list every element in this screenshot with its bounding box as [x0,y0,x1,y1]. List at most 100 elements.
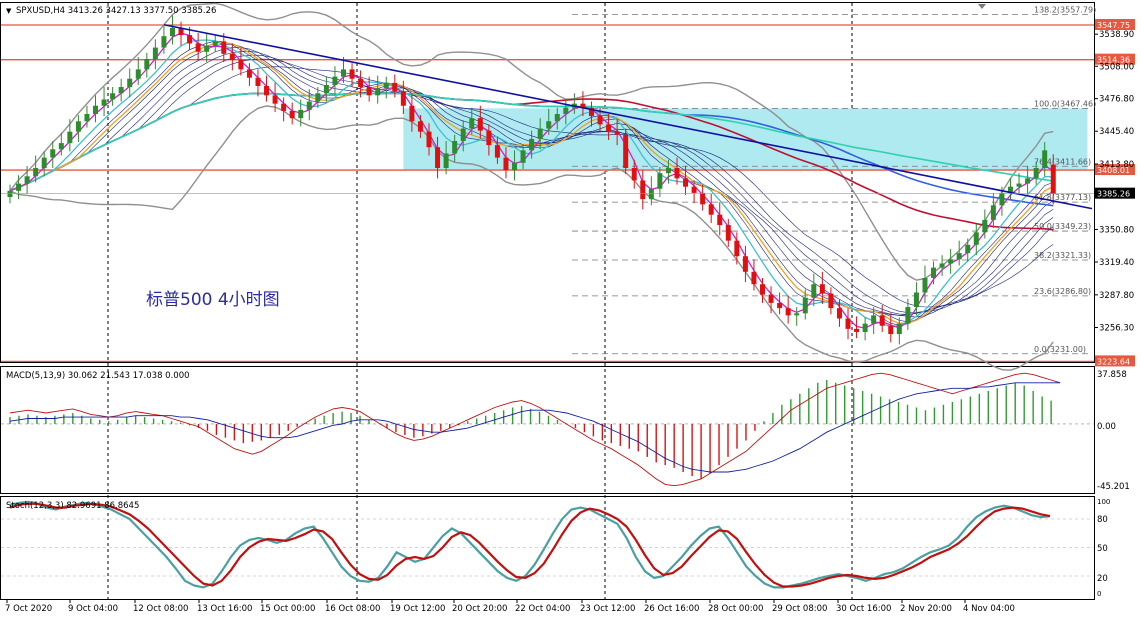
candle-body-59 [512,162,518,171]
macd-bottom-tick: -45.201 [1097,482,1130,492]
stoch-tick-50: 50 [1097,544,1108,554]
candle-body-43 [375,88,381,96]
candle-body-74 [640,180,646,200]
fib-level-label-3: 61.8(3377.13) [1034,193,1091,202]
time-tick-label-7: 20 Oct 20:00 [452,604,507,614]
candle-body-15 [135,69,141,79]
candle-body-61 [529,138,535,151]
last-price-label: 3385.26 [1097,190,1130,199]
candle-body-101 [871,315,877,324]
candle-body-42 [366,87,372,96]
time-tick-label-5: 16 Oct 08:00 [325,604,380,614]
candle-body-32 [281,103,287,111]
time-tick-label-14: 2 Nov 20:00 [900,604,952,614]
candle-body-53 [460,128,466,142]
candle-body-4 [41,157,47,168]
candle-body-71 [614,131,620,135]
candle-body-31 [272,95,278,104]
stoch-panel[interactable] [0,496,1095,600]
candle-body-11 [101,99,107,106]
candle-body-57 [494,145,500,158]
candle-body-25 [221,41,227,54]
candle-body-88 [760,284,766,295]
candle-body-39 [340,69,346,77]
candle-body-17 [152,47,158,60]
time-tick-label-3: 13 Oct 16:00 [197,604,252,614]
time-tick-label-8: 22 Oct 04:00 [515,604,570,614]
candle-body-9 [84,114,90,122]
candle-body-111 [956,253,962,260]
candle-body-33 [289,110,295,119]
candle-body-99 [854,328,860,332]
candle-body-80 [691,186,697,193]
candle-body-7 [67,131,73,144]
candle-body-108 [931,267,937,279]
macd-label: MACD(5,13,9) 30.062 21.543 17.038 0.000 [6,371,190,381]
candle-body-79 [683,178,689,187]
price-tick-label-1: 3508.00 [1099,62,1134,72]
candle-body-35 [306,101,312,110]
price-tick-label-7: 3287.80 [1099,291,1134,301]
time-tick-label-12: 29 Oct 08:00 [772,604,827,614]
candle-body-121 [1042,150,1048,168]
candle-body-84 [725,225,731,241]
candle-body-18 [161,36,167,48]
candle-body-46 [400,91,406,106]
macd-panel[interactable] [0,366,1095,494]
price-tick-label-0: 3538.90 [1099,30,1134,40]
price-tick-label-2: 3476.80 [1099,95,1134,105]
candle-body-72 [623,134,629,168]
candle-body-97 [836,308,842,319]
candle-body-110 [948,259,954,264]
candle-body-19 [169,27,175,37]
time-tick-label-2: 12 Oct 08:00 [133,604,188,614]
time-tick-label-4: 15 Oct 00:00 [260,604,315,614]
candle-body-76 [657,173,663,189]
candle-body-55 [477,118,483,131]
time-tick-label-13: 30 Oct 16:00 [836,604,891,614]
candle-body-48 [417,121,423,132]
candle-body-103 [888,325,894,335]
fib-level-label-1: 100.0(3467.46) [1034,99,1096,108]
level-price-label-3: 3223.64 [1097,357,1130,366]
candle-body-82 [708,204,714,215]
candle-body-56 [486,130,492,146]
candle-body-49 [426,131,432,148]
fib-level-label-0: 138.2(3557.79) [1034,6,1096,15]
candle-body-90 [777,302,783,309]
macd-top-tick: 37.858 [1097,370,1127,380]
candle-body-114 [982,219,988,233]
macd-zero-tick: 0.00 [1097,422,1116,432]
candle-body-52 [452,141,458,154]
candle-body-65 [563,107,569,115]
stoch-tick-80: 80 [1097,515,1108,525]
candle-body-51 [443,153,449,168]
candle-body-96 [828,293,834,309]
candle-body-115 [990,205,996,220]
candle-body-105 [905,307,911,324]
symbol-dropdown-icon[interactable]: ▼ [6,7,12,15]
price-tick-label-5: 3350.80 [1099,225,1134,235]
candle-body-22 [195,43,201,52]
candle-body-83 [717,214,723,226]
time-tick-label-10: 26 Oct 16:00 [644,604,699,614]
candle-body-122 [1050,164,1056,194]
time-tick-label-15: 4 Nov 04:00 [963,604,1015,614]
time-tick-label-6: 19 Oct 12:00 [390,604,445,614]
candle-body-54 [469,118,475,129]
candle-body-107 [922,278,928,293]
candle-body-8 [75,121,81,132]
candle-body-10 [93,105,99,115]
candle-body-13 [118,87,124,94]
level-price-label-0: 3547.75 [1097,21,1130,30]
candle-body-104 [896,323,902,335]
candle-body-100 [862,323,868,332]
candle-body-12 [110,93,116,100]
candle-body-94 [811,284,817,298]
candle-body-70 [606,124,612,132]
symbol-header: SPXUSD,H4 3413.26 3427.13 3377.50 3385.2… [16,6,216,16]
candle-body-38 [332,76,338,85]
candle-body-87 [751,271,757,285]
candle-body-77 [665,167,671,174]
stoch-tick-0: 0 [1097,590,1101,598]
